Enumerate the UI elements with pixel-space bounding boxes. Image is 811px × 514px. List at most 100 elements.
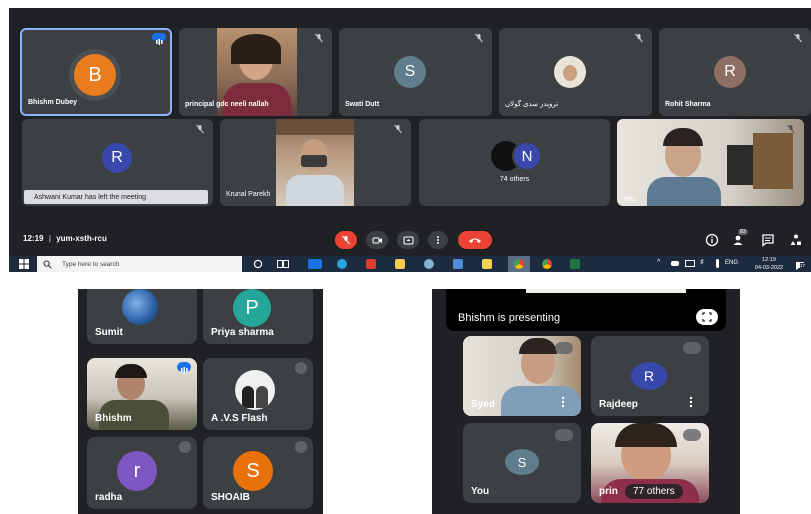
people-button[interactable]: 83 <box>731 229 749 248</box>
video-feed <box>276 119 354 206</box>
hang-up-icon <box>469 238 481 243</box>
participant-tile-priya-sharma[interactable]: P Priya sharma <box>203 289 313 344</box>
participant-name: Sumit <box>95 327 123 338</box>
meeting-code: yum-xsth-rcu <box>56 234 107 243</box>
avatar: N <box>512 141 542 171</box>
participant-tile-syed[interactable]: Syed <box>463 336 581 416</box>
chat-icon[interactable] <box>761 233 775 247</box>
camera-icon <box>372 237 382 243</box>
present-screen-button[interactable] <box>397 231 419 249</box>
fullscreen-icon <box>702 312 712 322</box>
mic-off-icon <box>179 441 191 453</box>
participant-tile-urdu-name[interactable]: ترویدر سدی گولاں <box>499 28 652 116</box>
participant-tile-rohit-sharma[interactable]: R Rohit Sharma <box>659 28 811 116</box>
participant-name: Krunal Parekh <box>226 191 271 198</box>
participant-tile-you[interactable]: S You <box>463 423 581 503</box>
participant-name: You <box>623 196 635 203</box>
taskbar-app-zoom-icon[interactable] <box>308 259 322 269</box>
participant-tile-you[interactable]: You <box>617 119 804 206</box>
more-vert-icon[interactable] <box>689 396 693 408</box>
taskbar-app-explorer-icon[interactable] <box>395 259 405 269</box>
taskbar-app-cloud-icon[interactable] <box>424 259 434 269</box>
tray-cloud-icon[interactable] <box>671 261 679 266</box>
participant-name: ترویدر سدی گولاں <box>505 101 559 108</box>
mic-toggle-button[interactable] <box>335 231 357 249</box>
tray-clock[interactable]: 12:19 04-03-2022 <box>749 256 789 272</box>
participant-tile-krunal-parekh[interactable]: Krunal Parekh <box>220 119 411 206</box>
participant-name: Swati Dutt <box>345 101 380 108</box>
mic-off-icon <box>295 362 307 374</box>
mic-off-icon <box>683 342 701 354</box>
tray-volume-icon[interactable]: ♯ <box>700 259 704 266</box>
camera-toggle-button[interactable] <box>366 231 388 249</box>
separator: | <box>48 234 51 243</box>
tray-network-icon[interactable] <box>685 260 695 267</box>
participant-tile-bhishm[interactable]: Bhishm <box>87 358 197 430</box>
avatar: P <box>233 289 271 327</box>
presentation-banner[interactable]: Bhishm is presenting <box>446 289 726 331</box>
participant-name: Rajdeep <box>599 399 638 410</box>
participant-tile-principal-phone[interactable]: prin 77 others <box>591 423 709 503</box>
mic-off-icon <box>196 124 204 134</box>
taskbar-app-edge-icon[interactable] <box>337 259 347 269</box>
tray-chevron-icon[interactable]: ^ <box>657 259 660 266</box>
taskbar-search-box[interactable]: Type here to search <box>37 256 242 272</box>
mic-off-icon <box>295 441 307 453</box>
participant-tile-principal[interactable]: principal gdc neeli nallah <box>179 28 332 116</box>
avatar: R <box>631 362 667 390</box>
present-icon <box>403 236 413 244</box>
notification-center-button[interactable]: 17 <box>795 258 807 270</box>
taskbar-app-pdf-icon[interactable] <box>366 259 376 269</box>
video-feed <box>617 119 804 206</box>
participant-tile-shoaib[interactable]: S SHOAIB <box>203 437 313 509</box>
info-icon[interactable] <box>705 233 719 247</box>
participant-tile-bhishm-dubey[interactable]: B Bhishm Dubey <box>20 28 172 116</box>
phone-screen-left: Sumit P Priya sharma Bhishm A .V.S Flash… <box>78 289 323 514</box>
mic-off-icon <box>555 342 573 354</box>
phone-screen-right: Bhishm is presenting Syed R Rajdeep S Yo… <box>432 289 740 514</box>
presenting-label: Bhishm is presenting <box>458 312 561 324</box>
tray-mic-icon[interactable] <box>716 259 719 268</box>
taskbar-app-notes-icon[interactable] <box>482 259 492 269</box>
more-options-button[interactable] <box>428 231 448 249</box>
others-count: 74 others <box>499 176 530 183</box>
taskbar-app-excel-icon[interactable] <box>570 259 580 269</box>
participant-tile-ashwani[interactable]: R Ashwani Kumar has left the meeting <box>22 119 213 206</box>
activities-icon[interactable] <box>789 233 803 247</box>
participant-tile-radha[interactable]: r radha <box>87 437 197 509</box>
participant-tile-sumit[interactable]: Sumit <box>87 289 197 344</box>
meeting-time: 12:19 <box>23 234 44 243</box>
mic-off-icon <box>683 429 701 441</box>
participant-tile-rajdeep[interactable]: R Rajdeep <box>591 336 709 416</box>
mic-off-icon <box>635 33 643 43</box>
end-call-button[interactable] <box>458 231 492 249</box>
speaking-indicator-icon <box>152 33 166 45</box>
windows-start-icon[interactable] <box>19 259 29 269</box>
participant-name: radha <box>95 492 123 503</box>
more-vert-icon[interactable] <box>561 396 565 408</box>
tray-language[interactable]: ENG <box>725 260 738 266</box>
taskbar-app-chrome-icon[interactable] <box>542 259 552 269</box>
people-count-badge: 83 <box>738 229 748 235</box>
search-icon <box>43 260 52 269</box>
avatar: S <box>505 449 539 475</box>
taskbar-app-store-icon[interactable] <box>453 259 463 269</box>
shared-screen-preview <box>526 289 686 293</box>
participant-name: SHOAIB <box>211 492 250 503</box>
fullscreen-button[interactable] <box>696 309 718 325</box>
task-view-icon[interactable] <box>277 259 289 269</box>
search-placeholder: Type here to search <box>62 260 120 268</box>
participant-tile-avs-flash[interactable]: A .V.S Flash <box>203 358 313 430</box>
avatar: r <box>117 451 157 491</box>
others-chip[interactable]: 77 others <box>625 484 683 499</box>
cortana-icon[interactable] <box>253 259 263 269</box>
participant-tile-swati-dutt[interactable]: S Swati Dutt <box>339 28 492 116</box>
avatar: S <box>233 451 273 491</box>
participant-tile-others[interactable]: N 74 others <box>419 119 610 206</box>
mic-off-icon <box>342 235 350 245</box>
taskbar-app-chrome-active[interactable] <box>508 256 530 272</box>
tray-date: 04-03-2022 <box>754 265 784 271</box>
mic-off-icon <box>315 33 323 43</box>
participant-name: principal gdc neeli nallah <box>185 101 269 108</box>
mic-off-icon <box>555 429 573 441</box>
